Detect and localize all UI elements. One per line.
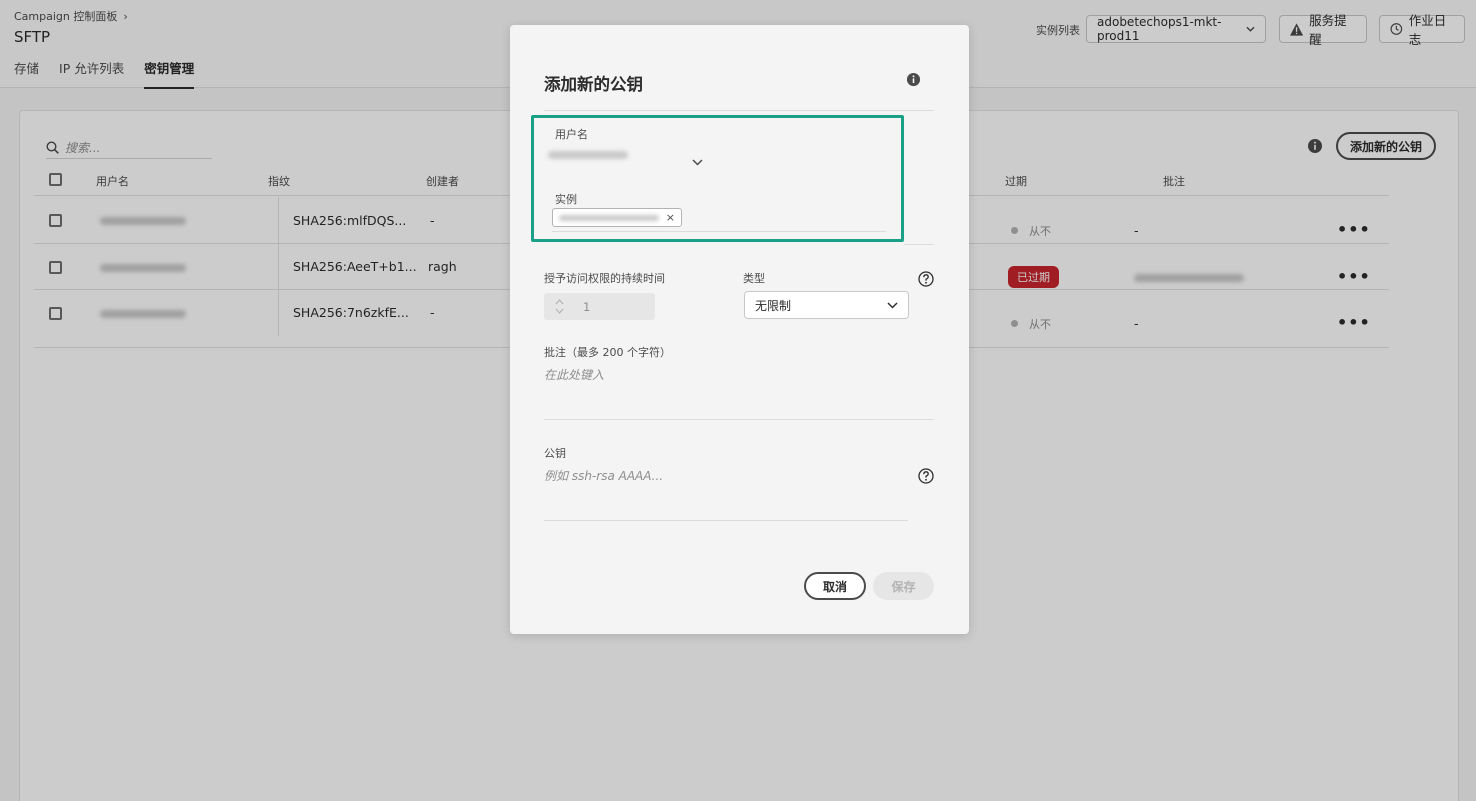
help-icon[interactable] (918, 468, 934, 488)
comment-input[interactable]: 在此处键入 (544, 366, 604, 383)
blurred-instance-value (559, 214, 659, 221)
close-icon[interactable]: × (666, 211, 675, 224)
dialog-title: 添加新的公钥 (544, 75, 643, 94)
title-divider (544, 110, 934, 111)
username-label: 用户名 (555, 128, 588, 141)
stepper-arrows-icon[interactable] (555, 298, 564, 315)
add-public-key-dialog: 添加新的公钥 用户名 实例 × 授予访问权限的持续时间 1 类型 无限制 批注（… (510, 25, 969, 634)
section-divider (904, 244, 934, 245)
duration-label: 授予访问权限的持续时间 (544, 272, 665, 285)
public-key-underline (544, 520, 908, 521)
type-select-value: 无限制 (755, 298, 792, 313)
comment-label: 批注（最多 200 个字符） (544, 346, 671, 359)
info-icon[interactable] (906, 72, 921, 91)
instance-label: 实例 (555, 193, 577, 206)
blurred-username-value (548, 151, 628, 159)
cancel-button[interactable]: 取消 (804, 572, 866, 600)
username-dropdown[interactable] (692, 151, 703, 170)
type-label: 类型 (743, 272, 765, 285)
chevron-down-icon (887, 301, 898, 309)
help-icon[interactable] (918, 271, 934, 291)
instance-tag[interactable]: × (552, 208, 682, 227)
save-button[interactable]: 保存 (873, 572, 934, 600)
comment-underline (544, 419, 934, 420)
type-select[interactable]: 无限制 (744, 291, 909, 319)
instance-underline (552, 231, 886, 232)
public-key-input[interactable]: 例如 ssh-rsa AAAA... (544, 467, 663, 484)
duration-value[interactable]: 1 (583, 300, 590, 314)
chevron-down-icon[interactable] (692, 159, 703, 166)
public-key-label: 公钥 (544, 447, 566, 460)
duration-stepper[interactable]: 1 (544, 293, 655, 320)
